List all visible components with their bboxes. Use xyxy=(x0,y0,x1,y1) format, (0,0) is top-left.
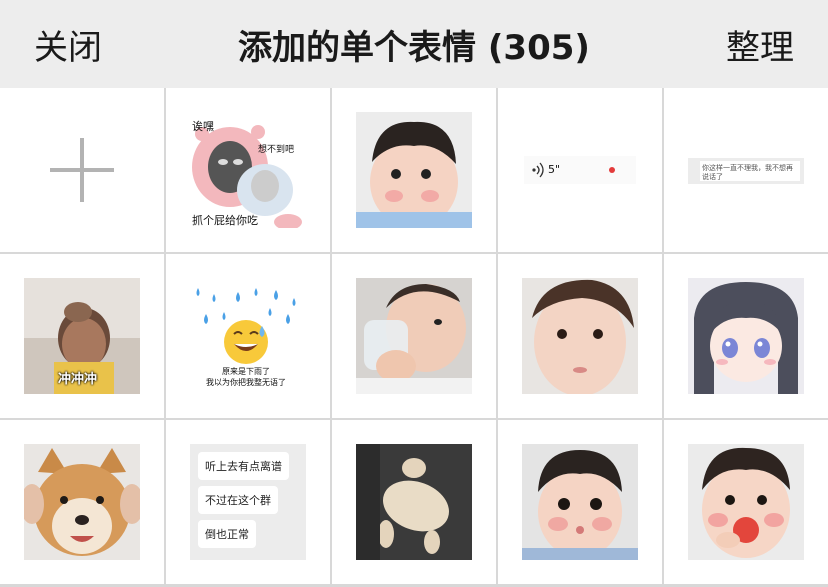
sticker-image-baby-face xyxy=(356,112,472,228)
chat-bubble: 不过在这个群 xyxy=(198,486,278,514)
sticker-text: 抓个屁给你吃 xyxy=(192,214,258,227)
organize-button[interactable]: 整理 xyxy=(726,20,794,69)
sticker-item[interactable]: 你这样一直不理我，我不想再说话了 xyxy=(664,88,828,252)
sticker-item[interactable]: 原来是下雨了 我以为你把我整无语了 xyxy=(166,254,330,418)
sticker-text: 想不到吧 xyxy=(258,145,295,155)
sticker-item[interactable] xyxy=(498,420,662,584)
sticker-image-shiba-dog xyxy=(24,444,140,560)
sticker-image-voice-message: 5" xyxy=(522,112,638,228)
add-sticker-button[interactable] xyxy=(0,88,164,252)
chat-bubble: 听上去有点离谱 xyxy=(198,452,289,480)
plus-icon xyxy=(50,138,114,202)
sticker-grid: 诶嘿 想不到吧 抓个屁给你吃 5" 你这样一直不理我，我不想再说话了 冲冲冲 原… xyxy=(0,88,828,587)
voice-duration: 5" xyxy=(548,163,561,176)
sticker-image-chat-bubbles: 听上去有点离谱 不过在这个群 倒也正常 xyxy=(190,444,306,560)
sticker-item[interactable]: 诶嘿 想不到吧 抓个屁给你吃 xyxy=(166,88,330,252)
sticker-image-kid-cheering: 冲冲冲 xyxy=(24,278,140,394)
sticker-image-baby-closeup xyxy=(522,278,638,394)
sticker-item[interactable] xyxy=(498,254,662,418)
sticker-image-baby-eating xyxy=(688,444,804,560)
sticker-item[interactable]: 听上去有点离谱 不过在这个群 倒也正常 xyxy=(166,420,330,584)
sticker-image-anime-girl xyxy=(688,278,804,394)
sticker-image-panda-meme: 诶嘿 想不到吧 抓个屁给你吃 xyxy=(190,112,306,228)
sticker-item[interactable]: 5" xyxy=(498,88,662,252)
sticker-text: 冲冲冲 xyxy=(58,372,98,387)
sticker-item[interactable] xyxy=(664,420,828,584)
sticker-text: 我以为你把我整无语了 xyxy=(206,378,286,387)
sticker-image-chat-text: 你这样一直不理我，我不想再说话了 xyxy=(688,112,804,228)
sticker-text: 你这样一直不理我，我不想再说话了 xyxy=(702,164,793,181)
sticker-item[interactable] xyxy=(332,254,496,418)
sticker-item[interactable] xyxy=(0,420,164,584)
sticker-item[interactable] xyxy=(332,88,496,252)
sticker-image-baby-pout xyxy=(522,444,638,560)
sticker-item[interactable]: 冲冲冲 xyxy=(0,254,164,418)
sticker-text: 诶嘿 xyxy=(192,120,214,133)
sticker-image-plush-toy xyxy=(356,444,472,560)
sticker-item[interactable] xyxy=(332,420,496,584)
sticker-text: 原来是下雨了 xyxy=(222,367,270,376)
sticker-item[interactable] xyxy=(664,254,828,418)
close-button[interactable]: 关闭 xyxy=(34,20,102,69)
nav-bar: 关闭 整理 xyxy=(0,0,828,88)
sticker-image-baby-drinking xyxy=(356,278,472,394)
sticker-image-sweat-emoji: 原来是下雨了 我以为你把我整无语了 xyxy=(190,278,306,394)
chat-bubble: 倒也正常 xyxy=(198,520,256,548)
